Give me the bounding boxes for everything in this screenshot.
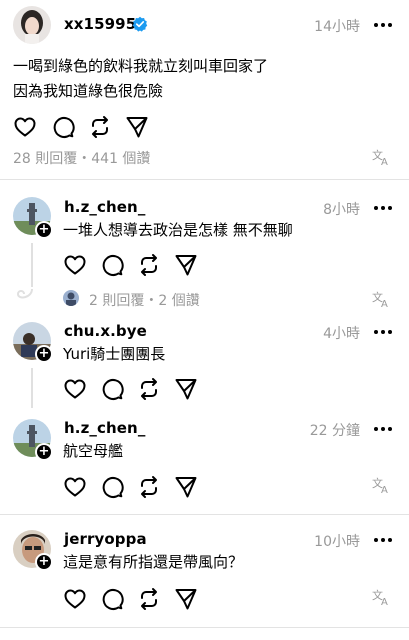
repost-icon[interactable] — [137, 475, 161, 499]
heart-icon[interactable] — [63, 377, 87, 401]
translate-icon[interactable]: 文 A — [372, 290, 392, 308]
heart-icon[interactable] — [63, 587, 87, 611]
thread-line — [31, 243, 33, 287]
svg-text:A: A — [381, 157, 388, 166]
divider — [0, 627, 409, 628]
svg-text:A: A — [381, 597, 388, 606]
follow-plus-icon[interactable]: + — [35, 443, 53, 461]
repost-icon[interactable] — [137, 377, 161, 401]
reply-text: 一堆人想導去政治是怎樣 無不無聊 — [63, 221, 293, 239]
follow-plus-icon[interactable]: + — [35, 345, 53, 363]
more-icon[interactable] — [374, 21, 394, 29]
reply-timestamp: 10小時 — [314, 534, 360, 550]
svg-text:A: A — [381, 485, 388, 494]
repost-icon[interactable] — [137, 253, 161, 277]
reply-username[interactable]: chu.x.bye — [64, 322, 147, 340]
more-icon[interactable] — [374, 204, 394, 212]
send-icon[interactable] — [174, 253, 198, 277]
more-icon[interactable] — [374, 425, 394, 433]
heart-icon[interactable] — [63, 253, 87, 277]
reply-actions — [63, 587, 263, 611]
send-icon[interactable] — [125, 115, 149, 139]
reply-timestamp: 4小時 — [323, 326, 360, 342]
more-icon[interactable] — [374, 536, 394, 544]
translate-icon[interactable]: 文 A — [372, 148, 392, 166]
reply-text: 這是意有所指還是帶風向？ — [63, 553, 244, 571]
reply-actions — [63, 253, 263, 277]
divider — [0, 179, 409, 180]
avatar[interactable] — [13, 6, 51, 44]
translate-icon[interactable]: 文 A — [372, 588, 392, 606]
reply-username[interactable]: h.z_chen_ — [64, 198, 145, 216]
reply-timestamp: 22 分鐘 — [309, 423, 360, 439]
post-stats[interactable]: 28 則回覆・441 個讚 — [13, 148, 150, 168]
reply-text: Yuri騎士團團長 — [63, 345, 166, 363]
post-username[interactable]: xx15995 — [64, 15, 136, 33]
divider — [0, 514, 409, 515]
reply-sub-meta[interactable]: 2 則回覆・2 個讚 — [89, 290, 200, 310]
comment-icon[interactable] — [100, 475, 124, 499]
avatar[interactable] — [63, 290, 79, 306]
thread-loop-icon — [16, 288, 33, 299]
send-icon[interactable] — [174, 475, 198, 499]
translate-icon[interactable]: 文 A — [372, 476, 392, 494]
comment-icon[interactable] — [51, 115, 75, 139]
repost-icon[interactable] — [137, 587, 161, 611]
reply-username[interactable]: jerryoppa — [64, 530, 147, 548]
comment-icon[interactable] — [100, 253, 124, 277]
follow-plus-icon[interactable]: + — [35, 553, 53, 571]
svg-text:A: A — [381, 299, 388, 308]
reply-actions — [63, 377, 263, 401]
verified-badge-icon — [132, 16, 148, 32]
comment-icon[interactable] — [100, 377, 124, 401]
send-icon[interactable] — [174, 377, 198, 401]
post-timestamp: 14小時 — [314, 19, 360, 35]
reply-text: 航空母艦 — [63, 442, 124, 460]
reply-timestamp: 8小時 — [323, 202, 360, 218]
reply-username[interactable]: h.z_chen_ — [64, 419, 145, 437]
follow-plus-icon[interactable]: + — [35, 221, 53, 239]
post-actions — [13, 115, 213, 139]
repost-icon[interactable] — [88, 115, 112, 139]
heart-icon[interactable] — [13, 115, 37, 139]
post-text-line-1: 一喝到綠色的飲料我就立刻叫車回家了 — [13, 57, 269, 75]
send-icon[interactable] — [174, 587, 198, 611]
thread-line — [31, 368, 33, 408]
heart-icon[interactable] — [63, 475, 87, 499]
post-text-line-2: 因為我知道綠色很危險 — [13, 82, 164, 100]
comment-icon[interactable] — [100, 587, 124, 611]
reply-actions — [63, 475, 263, 499]
more-icon[interactable] — [374, 328, 394, 336]
